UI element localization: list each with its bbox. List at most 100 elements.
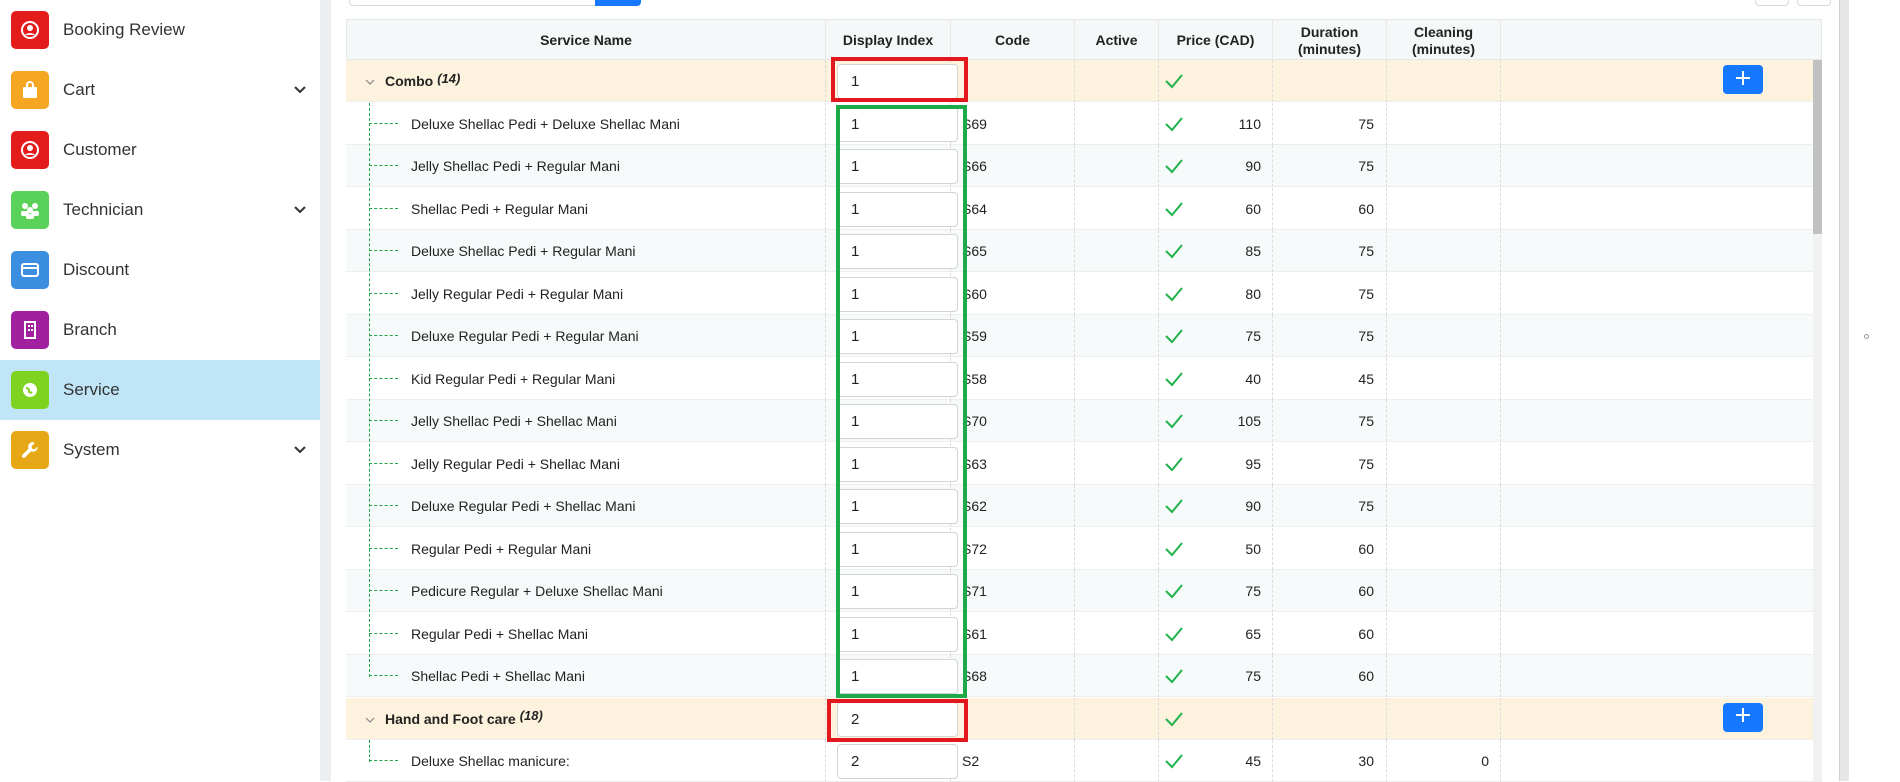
table-row[interactable]: Jelly Regular Pedi + Shellac Mani 1 S63 95 7… <box>346 442 1822 485</box>
service-cleaning <box>1386 230 1489 272</box>
column-divider <box>1500 697 1501 740</box>
column-divider <box>1500 230 1501 272</box>
header-price[interactable]: Price (CAD) <box>1159 20 1273 61</box>
sidebar-item-customer[interactable]: Customer <box>0 120 320 180</box>
sidebar-item-technician[interactable]: Technician <box>0 180 320 240</box>
header-active[interactable]: Active <box>1075 20 1159 61</box>
sidebar-item-cart[interactable]: Cart <box>0 60 320 120</box>
header-service-name[interactable]: Service Name <box>347 20 826 61</box>
tree-connector <box>369 377 398 379</box>
service-duration: 60 <box>1358 625 1374 642</box>
column-divider <box>825 315 826 357</box>
column-divider <box>1272 60 1273 102</box>
add-service-button[interactable] <box>1723 65 1763 94</box>
chevron-down-icon[interactable] <box>364 713 376 725</box>
column-divider <box>1500 485 1501 527</box>
table-row[interactable]: Deluxe Shellac Pedi + Regular Mani 1 S65 85… <box>346 230 1822 272</box>
sidebar-item-system[interactable]: System <box>0 420 320 480</box>
service-cleaning <box>1386 273 1489 315</box>
column-divider <box>1074 272 1075 315</box>
service-name: Deluxe Regular Pedi + Regular Mani <box>411 328 639 344</box>
service-code: S66 <box>962 158 987 174</box>
header-code[interactable]: Code <box>951 20 1075 61</box>
tree-connector <box>369 122 398 124</box>
column-divider <box>1500 527 1501 570</box>
column-divider <box>825 485 826 527</box>
toolbar-button[interactable] <box>1797 0 1831 6</box>
table-row[interactable]: Deluxe Shellac Pedi + Deluxe Shellac Man… <box>346 102 1822 145</box>
chevron-down-icon[interactable] <box>289 439 311 461</box>
sidebar-item-discount[interactable]: Discount <box>0 240 320 300</box>
resize-handle[interactable] <box>1864 334 1869 339</box>
header-cleaning[interactable]: Cleaning (minutes) <box>1387 20 1501 61</box>
service-code: S65 <box>962 243 987 259</box>
group-row[interactable]: Combo (14) 1 <box>346 60 1822 102</box>
table-row[interactable]: Jelly Shellac Pedi + Regular Mani 1 S66 90 7… <box>346 145 1822 187</box>
sidebar-item-booking-review[interactable]: Booking Review <box>0 0 320 60</box>
table-scrollbar-thumb[interactable] <box>1813 60 1822 234</box>
tree-connector <box>369 547 398 549</box>
chevron-down-icon[interactable] <box>289 199 311 221</box>
table-row[interactable]: Deluxe Shellac manicure: 2 S2 45 30 0 <box>346 740 1822 782</box>
header-duration[interactable]: Duration (minutes) <box>1273 20 1387 61</box>
group-name: Hand and Foot care <box>385 710 516 727</box>
column-divider <box>1500 315 1501 357</box>
column-divider <box>1500 357 1501 400</box>
add-service-button[interactable] <box>1723 702 1763 732</box>
service-name: Deluxe Shellac Pedi + Regular Mani <box>411 243 636 259</box>
search-input[interactable] <box>349 0 599 6</box>
column-divider <box>1074 740 1075 782</box>
service-code: S71 <box>962 583 987 599</box>
service-price: 50 <box>1245 540 1261 557</box>
service-duration: 75 <box>1358 115 1374 132</box>
service-name: Shellac Pedi + Regular Mani <box>411 200 589 217</box>
tree-connector <box>369 675 398 676</box>
sidebar-item-service[interactable]: Service <box>0 360 320 420</box>
service-price: 45 <box>1245 753 1261 769</box>
tree-connector <box>369 462 398 464</box>
service-duration: 75 <box>1358 498 1374 514</box>
search-button[interactable] <box>595 0 641 6</box>
group-name-cell: Combo (14) <box>385 60 805 102</box>
table-row[interactable]: Jelly Regular Pedi + Regular Mani 1 S60 80 7… <box>346 272 1822 315</box>
column-divider <box>825 655 826 697</box>
toolbar-button[interactable] <box>1755 0 1789 6</box>
column-divider <box>1074 187 1075 230</box>
service-cleaning <box>1386 315 1489 357</box>
service-duration: 75 <box>1358 243 1374 259</box>
chevron-down-icon[interactable] <box>364 75 376 87</box>
credit-card-icon <box>11 251 49 289</box>
service-price: 80 <box>1245 285 1261 302</box>
column-divider <box>1500 102 1501 145</box>
table-row[interactable]: Shellac Pedi + Regular Mani 1 S64 60 60 <box>346 187 1822 230</box>
sidebar-item-branch[interactable]: Branch <box>0 300 320 360</box>
service-name: Deluxe Shellac manicure: <box>411 753 570 769</box>
service-cleaning <box>1386 528 1489 570</box>
service-cleaning <box>1386 485 1489 527</box>
sidebar-gutter <box>320 0 330 781</box>
table-row[interactable]: Regular Pedi + Regular Mani 1 S72 50 60 <box>346 527 1822 570</box>
table-row[interactable]: Pedicure Regular + Deluxe Shellac Mani 1 S… <box>346 570 1822 612</box>
service-price: 95 <box>1245 455 1261 472</box>
chevron-down-icon[interactable] <box>289 79 311 101</box>
header-display-index[interactable]: Display Index <box>826 20 951 61</box>
table-row[interactable]: Shellac Pedi + Shellac Mani 1 S68 75 60 <box>346 655 1822 697</box>
service-cleaning <box>1386 443 1489 485</box>
header-cleaning-line2: (minutes) <box>1412 40 1475 57</box>
service-name: Jelly Regular Pedi + Regular Mani <box>411 285 624 302</box>
building-icon <box>11 311 49 349</box>
table-row[interactable]: Jelly Shellac Pedi + Shellac Mani 1 S70 105… <box>346 400 1822 442</box>
table-row[interactable]: Deluxe Regular Pedi + Regular Mani 1 S59 75… <box>346 315 1822 357</box>
service-duration: 75 <box>1358 158 1374 174</box>
service-code: S58 <box>962 370 987 387</box>
wrench-icon <box>11 431 49 469</box>
display-index-input[interactable]: 2 <box>837 744 958 779</box>
column-divider <box>1074 60 1075 102</box>
table-row[interactable]: Regular Pedi + Shellac Mani 1 S61 65 60 <box>346 612 1822 655</box>
user-circle-icon <box>11 11 49 49</box>
service-duration: 75 <box>1358 413 1374 429</box>
table-row[interactable]: Deluxe Regular Pedi + Shellac Mani 1 S62 90… <box>346 485 1822 527</box>
column-divider <box>1500 740 1501 782</box>
group-row[interactable]: Hand and Foot care (18) 2 <box>346 697 1822 740</box>
table-row[interactable]: Kid Regular Pedi + Regular Mani 1 S58 40 45 <box>346 357 1822 400</box>
